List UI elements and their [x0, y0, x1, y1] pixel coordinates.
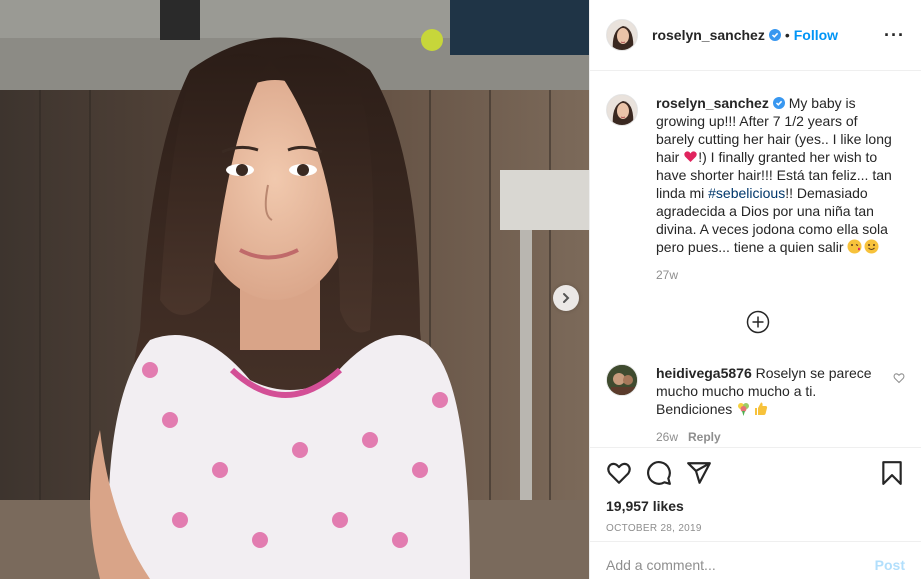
- reply-button[interactable]: Reply: [688, 430, 721, 444]
- comment-body: heidivega5876 Roselyn se parece mucho mu…: [656, 364, 884, 446]
- chevron-right-icon: [563, 293, 570, 303]
- commenter-username[interactable]: heidivega5876: [656, 365, 752, 381]
- smile-emoji-icon: [864, 239, 879, 254]
- caption-body: roselyn_sanchez My baby is growing up!!!…: [656, 94, 896, 284]
- comment-item: heidivega5876 Roselyn se parece mucho mu…: [606, 364, 905, 446]
- post-username[interactable]: roselyn_sanchez: [652, 27, 765, 43]
- caption: roselyn_sanchez My baby is growing up!!!…: [606, 94, 905, 284]
- bouquet-emoji-icon: [738, 403, 750, 416]
- post-date[interactable]: October 28, 2019: [606, 523, 905, 534]
- share-icon[interactable]: [686, 460, 712, 486]
- comment-time[interactable]: 26w: [656, 430, 678, 444]
- actions-section: 19,957 likes October 28, 2019: [590, 447, 921, 534]
- avatar-image: [607, 95, 637, 125]
- comment-input[interactable]: [606, 556, 875, 573]
- caption-username[interactable]: roselyn_sanchez: [656, 95, 769, 111]
- verified-badge-icon: [768, 29, 781, 41]
- avatar[interactable]: [606, 19, 638, 51]
- avatar-image: [607, 365, 637, 395]
- comments-section: roselyn_sanchez My baby is growing up!!!…: [590, 72, 921, 446]
- verified-badge-icon: [772, 97, 785, 109]
- caption-avatar[interactable]: [606, 94, 638, 126]
- more-options-icon[interactable]: ···: [884, 25, 905, 46]
- add-comment-bar: Post: [590, 541, 921, 579]
- likes-count[interactable]: 19,957 likes: [606, 498, 905, 514]
- comment-like-icon[interactable]: [893, 372, 905, 384]
- commenter-avatar[interactable]: [606, 364, 638, 396]
- hashtag-link[interactable]: #sebelicious: [708, 185, 785, 201]
- heart-emoji-icon: [684, 151, 697, 162]
- comment-icon[interactable]: [646, 460, 672, 486]
- post-header: roselyn_sanchez • Follow ···: [590, 0, 921, 71]
- follow-button[interactable]: Follow: [794, 27, 838, 43]
- post-side-panel: roselyn_sanchez • Follow ··· roselyn_san…: [589, 0, 921, 579]
- photo-image: [0, 0, 589, 579]
- bookmark-icon[interactable]: [879, 460, 905, 486]
- post-comment-button[interactable]: Post: [875, 557, 905, 573]
- action-bar: [606, 458, 905, 488]
- heart-icon[interactable]: [606, 460, 632, 486]
- thumbs-up-emoji-icon: [755, 402, 768, 415]
- comment-meta: 26w Reply: [656, 428, 884, 446]
- avatar-image: [607, 20, 637, 50]
- next-photo-button[interactable]: [553, 285, 579, 311]
- kiss-emoji-icon: [847, 239, 862, 254]
- post-photo: [0, 0, 589, 579]
- load-more-comments-icon[interactable]: [746, 310, 770, 334]
- separator-dot: •: [784, 27, 790, 43]
- caption-time[interactable]: 27w: [656, 266, 896, 284]
